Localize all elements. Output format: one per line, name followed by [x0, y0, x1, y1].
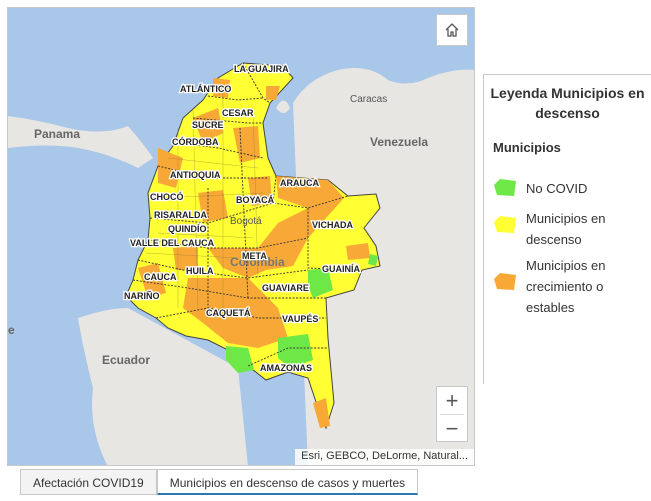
- zoom-in-button[interactable]: +: [437, 387, 467, 414]
- label-arauca: ARAUCA: [280, 178, 319, 188]
- label-choco: CHOCÓ: [150, 191, 184, 202]
- legend-item-descenso: Municipios en descenso: [494, 208, 636, 250]
- legend-item-crecimiento: Municipios en crecimiento o estables: [494, 255, 636, 318]
- label-amazonas: AMAZONAS: [260, 363, 312, 373]
- label-guaviare: GUAVIARE: [262, 283, 309, 293]
- legend-panel: Leyenda Municipios en descenso Municipio…: [483, 74, 651, 384]
- swatch-descenso: [494, 216, 516, 233]
- label-venezuela: Venezuela: [370, 135, 428, 149]
- label-antioquia: ANTIOQUIA: [170, 170, 221, 180]
- map-view[interactable]: Panama Venezuela Colombia Ecuador e Cara…: [7, 7, 475, 466]
- label-panama: Panama: [34, 127, 80, 141]
- label-boyaca: BOYACÁ: [236, 195, 275, 205]
- label-vichada: VICHADA: [312, 220, 354, 230]
- legend-layer-name: Municipios: [493, 140, 561, 155]
- legend-label-descenso: Municipios en descenso: [526, 211, 606, 247]
- label-narino: NARIÑO: [124, 291, 160, 301]
- label-quindio: QUINDÍO: [168, 224, 207, 234]
- tab-afectacion-covid19[interactable]: Afectación COVID19: [20, 469, 157, 495]
- basemap: Panama Venezuela Colombia Ecuador e Cara…: [8, 8, 474, 465]
- tab-bar: Afectación COVID19 Municipios en descens…: [20, 469, 419, 495]
- label-caracas: Caracas: [350, 94, 387, 105]
- label-huila: HUILA: [186, 266, 214, 276]
- swatch-crecimiento: [494, 273, 516, 290]
- label-risaralda: RISARALDA: [154, 210, 207, 220]
- label-vaupes: VAUPÉS: [282, 314, 318, 324]
- label-cesar: CESAR: [222, 108, 254, 118]
- label-atlantico: ATLÁNTICO: [180, 84, 231, 94]
- legend-label-no-covid: No COVID: [526, 181, 588, 196]
- zoom-control: + −: [436, 386, 468, 442]
- label-meta: META: [242, 251, 267, 261]
- label-cordoba: CÓRDOBA: [172, 136, 219, 147]
- zoom-out-button[interactable]: −: [437, 415, 467, 442]
- label-ecuador: Ecuador: [102, 353, 150, 367]
- home-icon: [445, 23, 459, 37]
- map-attribution: Esri, GEBCO, DeLorme, Natural...: [295, 449, 474, 465]
- label-sucre: SUCRE: [192, 120, 224, 130]
- label-valle: VALLE DEL CAUCA: [130, 238, 215, 248]
- tab-municipios-descenso[interactable]: Municipios en descenso de casos y muerte…: [156, 469, 419, 495]
- label-cauca: CAUCA: [144, 272, 177, 282]
- legend-item-no-covid: No COVID: [494, 178, 636, 199]
- label-bogota: Bogotá: [230, 216, 262, 227]
- legend-title: Leyenda Municipios en descenso: [490, 85, 645, 121]
- label-caqueta: CAQUETÁ: [206, 308, 251, 318]
- label-guainia: GUAINÍA: [322, 264, 361, 274]
- label-la-guajira: LA GUAJIRA: [234, 64, 289, 74]
- swatch-no-covid: [494, 179, 516, 196]
- label-edge-fragment: e: [8, 323, 15, 337]
- home-button[interactable]: [436, 14, 468, 46]
- legend-label-crecimiento: Municipios en crecimiento o estables: [526, 258, 606, 315]
